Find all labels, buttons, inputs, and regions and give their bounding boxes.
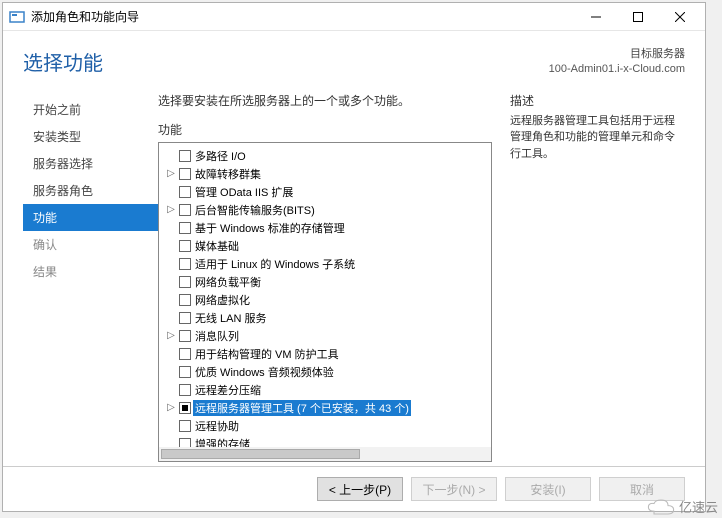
cloud-icon	[647, 498, 675, 516]
tree-item[interactable]: 基于 Windows 标准的存储管理	[163, 219, 487, 237]
tree-item[interactable]: 远程协助	[163, 417, 487, 435]
tree-item-label: 管理 OData IIS 扩展	[193, 184, 295, 200]
checkbox[interactable]	[179, 366, 191, 378]
checkbox[interactable]	[179, 258, 191, 270]
checkbox[interactable]	[179, 330, 191, 342]
sidebar: 开始之前安装类型服务器选择服务器角色功能确认结果	[23, 92, 158, 462]
checkbox[interactable]	[179, 240, 191, 252]
footer: < 上一步(P) 下一步(N) > 安装(I) 取消	[3, 466, 705, 511]
tree-item[interactable]: 用于结构管理的 VM 防护工具	[163, 345, 487, 363]
main: 选择要安装在所选服务器上的一个或多个功能。 功能 多路径 I/O ▷ 故障转移群集管…	[158, 92, 685, 462]
target-server-block: 目标服务器 100-Admin01.i-x-Cloud.com	[549, 47, 685, 78]
checkbox[interactable]	[179, 204, 191, 216]
maximize-button[interactable]	[617, 5, 659, 29]
expand-icon[interactable]: ▷	[165, 330, 177, 342]
sidebar-item-2[interactable]: 服务器选择	[23, 150, 158, 177]
titlebar-left: 添加角色和功能向导	[9, 8, 139, 25]
checkbox[interactable]	[179, 168, 191, 180]
description-column: 描述 远程服务器管理工具包括用于远程管理角色和功能的管理单元和命令行工具。	[510, 92, 685, 462]
expand-icon[interactable]: ▷	[165, 168, 177, 180]
tree-item[interactable]: 适用于 Linux 的 Windows 子系统	[163, 255, 487, 273]
checkbox[interactable]	[179, 384, 191, 396]
tree-item-label: 网络虚拟化	[193, 292, 252, 308]
tree-item-label: 远程协助	[193, 418, 241, 434]
previous-button[interactable]: < 上一步(P)	[317, 477, 403, 501]
tree-item-label: 适用于 Linux 的 Windows 子系统	[193, 256, 357, 272]
tree-item-label: 消息队列	[193, 328, 241, 344]
features-label: 功能	[158, 121, 492, 138]
tree-item[interactable]: 优质 Windows 音频视频体验	[163, 363, 487, 381]
checkbox[interactable]	[179, 420, 191, 432]
expand-icon[interactable]: ▷	[165, 402, 177, 414]
tree-item[interactable]: 网络虚拟化	[163, 291, 487, 309]
target-value: 100-Admin01.i-x-Cloud.com	[549, 62, 685, 77]
tree-item[interactable]: 远程差分压缩	[163, 381, 487, 399]
tree-item[interactable]: 管理 OData IIS 扩展	[163, 183, 487, 201]
checkbox[interactable]	[179, 186, 191, 198]
window-title: 添加角色和功能向导	[31, 8, 139, 25]
description-text: 远程服务器管理工具包括用于远程管理角色和功能的管理单元和命令行工具。	[510, 113, 685, 163]
tree-item[interactable]: ▷ 消息队列	[163, 327, 487, 345]
minimize-button[interactable]	[575, 5, 617, 29]
features-column: 选择要安装在所选服务器上的一个或多个功能。 功能 多路径 I/O ▷ 故障转移群集管…	[158, 92, 492, 462]
tree-item[interactable]: ▷ 后台智能传输服务(BITS)	[163, 201, 487, 219]
next-button[interactable]: 下一步(N) >	[411, 477, 497, 501]
sidebar-item-3[interactable]: 服务器角色	[23, 177, 158, 204]
close-button[interactable]	[659, 5, 701, 29]
header: 选择功能 目标服务器 100-Admin01.i-x-Cloud.com	[3, 31, 705, 82]
checkbox[interactable]	[179, 276, 191, 288]
install-button[interactable]: 安装(I)	[505, 477, 591, 501]
tree-item[interactable]: 多路径 I/O	[163, 147, 487, 165]
tree-item[interactable]: 媒体基础	[163, 237, 487, 255]
tree-item[interactable]: 无线 LAN 服务	[163, 309, 487, 327]
tree-item[interactable]: 网络负载平衡	[163, 273, 487, 291]
horizontal-scrollbar[interactable]	[159, 447, 491, 461]
checkbox[interactable]	[179, 402, 191, 414]
tree-item[interactable]: ▷ 故障转移群集	[163, 165, 487, 183]
titlebar: 添加角色和功能向导	[3, 3, 705, 31]
sidebar-item-5[interactable]: 确认	[23, 231, 158, 258]
watermark: 亿速云	[647, 497, 718, 516]
body: 开始之前安装类型服务器选择服务器角色功能确认结果 选择要安装在所选服务器上的一个…	[3, 82, 705, 466]
tree-item-label: 优质 Windows 音频视频体验	[193, 364, 336, 380]
tree-item-label: 远程服务器管理工具 (7 个已安装，共 43 个)	[193, 400, 411, 416]
checkbox[interactable]	[179, 150, 191, 162]
sidebar-item-4[interactable]: 功能	[23, 204, 158, 231]
description-label: 描述	[510, 92, 685, 109]
target-label: 目标服务器	[549, 47, 685, 62]
checkbox[interactable]	[179, 348, 191, 360]
page-title: 选择功能	[23, 47, 103, 76]
tree-item-label: 用于结构管理的 VM 防护工具	[193, 346, 341, 362]
tree-item-label: 远程差分压缩	[193, 382, 263, 398]
checkbox[interactable]	[179, 222, 191, 234]
wizard-window: 添加角色和功能向导 选择功能 目标服务器 100-Admin01.i-x-Clo…	[2, 2, 706, 512]
checkbox[interactable]	[179, 312, 191, 324]
tree-item-label: 故障转移群集	[193, 166, 263, 182]
tree-item[interactable]: ▷ 远程服务器管理工具 (7 个已安装，共 43 个)	[163, 399, 487, 417]
tree-item-label: 网络负载平衡	[193, 274, 263, 290]
tree-item-label: 无线 LAN 服务	[193, 310, 269, 326]
instruction-text: 选择要安装在所选服务器上的一个或多个功能。	[158, 92, 492, 109]
sidebar-item-6[interactable]: 结果	[23, 258, 158, 285]
tree-item-label: 多路径 I/O	[193, 148, 248, 164]
sidebar-item-0[interactable]: 开始之前	[23, 96, 158, 123]
features-tree[interactable]: 多路径 I/O ▷ 故障转移群集管理 OData IIS 扩展 ▷ 后台智能传输服务(B…	[158, 142, 492, 462]
watermark-text: 亿速云	[679, 497, 718, 516]
app-icon	[9, 9, 25, 25]
expand-icon[interactable]: ▷	[165, 204, 177, 216]
checkbox[interactable]	[179, 294, 191, 306]
tree-item-label: 后台智能传输服务(BITS)	[193, 202, 317, 218]
sidebar-item-1[interactable]: 安装类型	[23, 123, 158, 150]
tree-item-label: 基于 Windows 标准的存储管理	[193, 220, 347, 236]
scroll-thumb[interactable]	[161, 449, 360, 459]
tree-item-label: 媒体基础	[193, 238, 241, 254]
titlebar-controls	[575, 5, 701, 29]
